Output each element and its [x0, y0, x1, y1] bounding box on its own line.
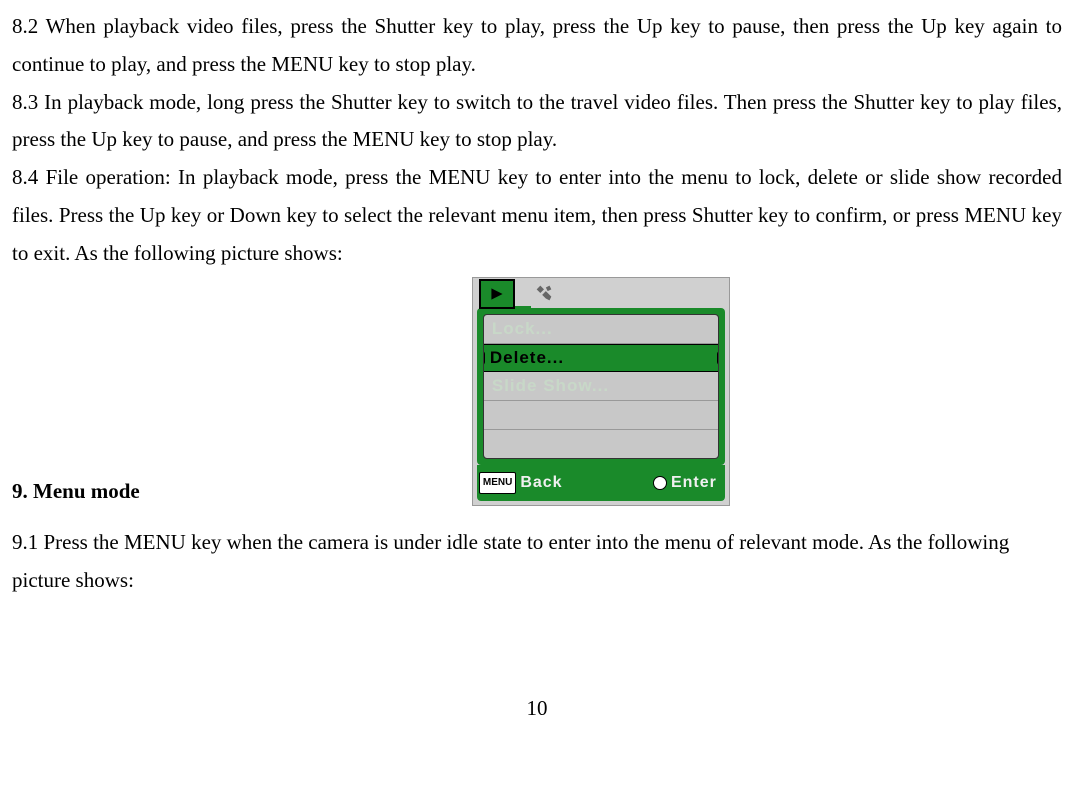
paragraph-8-2: 8.2 When playback video files, press the… [12, 8, 1062, 84]
paragraph-8-4: 8.4 File operation: In playback mode, pr… [12, 159, 1062, 272]
back-label: Back [520, 469, 562, 498]
menu-item-delete: Delete... [483, 344, 719, 372]
heading-9: 9. Menu mode [12, 479, 140, 503]
page-number: 10 [12, 690, 1062, 728]
paragraph-8-3: 8.3 In playback mode, long press the Shu… [12, 84, 1062, 160]
play-tab-icon [479, 279, 515, 309]
menu-item-lock: Lock... [484, 315, 718, 344]
playback-menu-screenshot: Lock... Delete... Slide Show... MENU Bac… [140, 277, 1062, 507]
paragraph-9-1: 9.1 Press the MENU key when the camera i… [12, 524, 1062, 600]
menu-item-empty-2 [484, 430, 718, 458]
menu-item-slideshow: Slide Show... [484, 372, 718, 401]
enter-button-icon [653, 476, 667, 490]
menu-button-icon: MENU [479, 472, 516, 494]
menu-item-empty-1 [484, 401, 718, 430]
setup-tab-icon [533, 282, 555, 304]
enter-label: Enter [671, 469, 717, 498]
